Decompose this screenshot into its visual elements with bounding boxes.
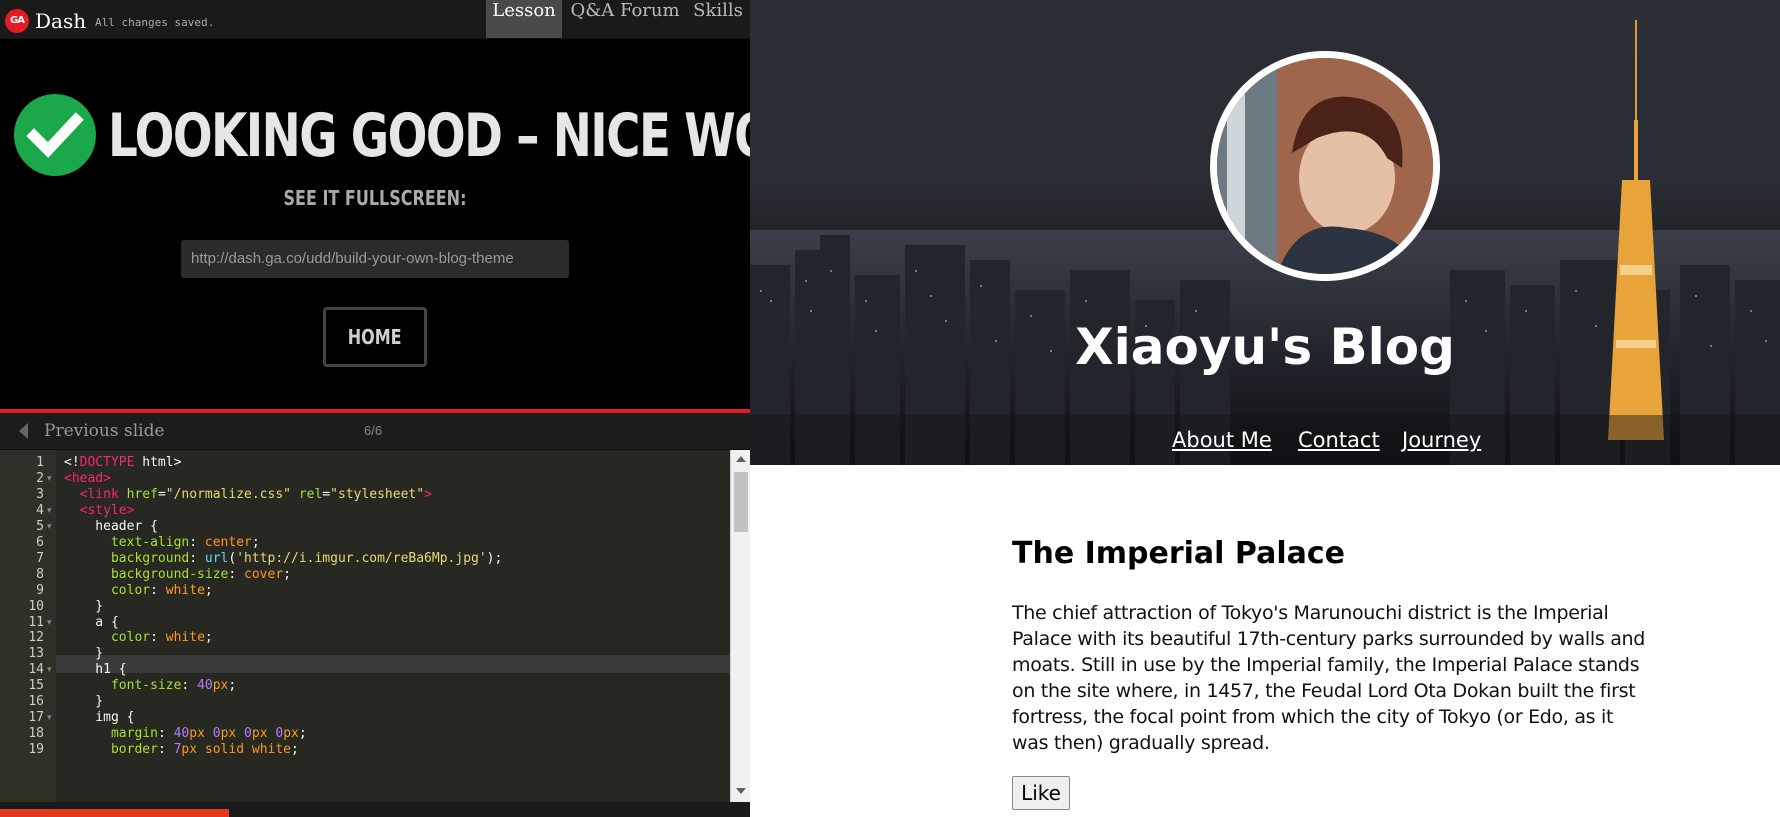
nav-link-about-me[interactable]: About Me (1172, 428, 1272, 452)
line-number: 5 (36, 518, 44, 534)
line-number: 13 (28, 646, 44, 662)
code-line[interactable]: <!DOCTYPE html> (64, 455, 181, 470)
line-number: 19 (28, 742, 44, 758)
line-number: 8 (36, 566, 44, 582)
slide-counter: 6/6 (364, 423, 383, 438)
code-line[interactable]: } (64, 646, 103, 661)
fullscreen-heading: SEE IT FULLSCREEN: (283, 186, 467, 210)
editor-scrollbar[interactable] (730, 450, 750, 802)
line-number: 18 (28, 726, 44, 742)
tab-qa-forum[interactable]: Q&A Forum (566, 0, 684, 38)
code-line[interactable]: font-size: 40px; (64, 678, 236, 693)
code-line[interactable]: color: white; (64, 583, 213, 598)
fold-toggle-icon[interactable]: ▾ (47, 713, 52, 723)
success-headline: LOOKING GOOD – NICE WORK! (108, 101, 863, 171)
code-line[interactable]: background: url('http://i.imgur.com/reBa… (64, 551, 502, 566)
code-line[interactable]: a { (64, 615, 119, 630)
dash-lesson-pane: GA Dash All changes saved. Lesson Q&A Fo… (0, 0, 863, 817)
fullscreen-url-field[interactable]: http://dash.ga.co/udd/build-your-own-blo… (181, 240, 569, 278)
app-name[interactable]: Dash (35, 9, 86, 33)
ga-logo[interactable]: GA (5, 9, 29, 33)
like-button[interactable]: Like (1012, 776, 1070, 810)
fold-toggle-icon[interactable]: ▾ (47, 506, 52, 516)
line-number: 6 (36, 534, 44, 550)
line-number: 4 (36, 502, 44, 518)
post-title: The Imperial Palace (1012, 536, 1345, 571)
save-status: All changes saved. (95, 16, 215, 29)
code-line[interactable]: <link href="/normalize.css" rel="stylesh… (64, 487, 432, 502)
code-line[interactable]: } (64, 694, 103, 709)
line-number: 1 (36, 455, 44, 470)
scroll-down-icon[interactable] (736, 788, 746, 794)
line-number: 10 (28, 598, 44, 614)
avatar (1210, 51, 1440, 281)
fold-toggle-icon[interactable]: ▾ (47, 474, 52, 484)
code-line[interactable]: border: 7px solid white; (64, 742, 299, 757)
code-line[interactable]: } (64, 599, 103, 614)
bottom-bar (0, 802, 750, 817)
post-body: The chief attraction of Tokyo's Marunouc… (1012, 602, 1646, 754)
blog-header: Xiaoyu's Blog About Me Contact Journey (750, 0, 1780, 465)
line-number: 15 (28, 678, 44, 694)
line-gutter: 1 2 ▾ 3 4 ▾ 5 ▾ 6 7 8 9 10 11 ▾ 12 13 14 ▾ 15 16 17 ▾ 18 19 (0, 450, 56, 802)
checkmark-icon (14, 94, 96, 176)
code-line[interactable]: margin: 40px 0px 0px 0px; (64, 726, 307, 741)
code-line[interactable]: <head> (64, 471, 111, 486)
nav-link-contact[interactable]: Contact (1298, 428, 1380, 452)
lesson-progress-bar (0, 809, 229, 817)
fold-toggle-icon[interactable]: ▾ (47, 618, 52, 628)
slide-navigation: Previous slide 6/6 (0, 413, 750, 449)
home-button[interactable]: HOME (323, 307, 427, 367)
blog-preview: Xiaoyu's Blog About Me Contact Journey T… (750, 0, 1780, 817)
tab-skills[interactable]: Skills (686, 0, 750, 38)
line-number: 14 (28, 662, 44, 678)
blog-title: Xiaoyu's Blog (1075, 318, 1455, 376)
success-panel: LOOKING GOOD – NICE WORK! SEE IT FULLSCR… (0, 39, 863, 409)
code-line[interactable]: img { (64, 710, 134, 725)
line-number: 16 (28, 694, 44, 710)
home-button-label: HOME (348, 325, 402, 349)
previous-slide-link[interactable]: Previous slide (44, 421, 165, 441)
line-number: 2 (36, 470, 44, 486)
tab-lesson[interactable]: Lesson (486, 0, 562, 38)
code-editor[interactable]: 1 2 ▾ 3 4 ▾ 5 ▾ 6 7 8 9 10 11 ▾ 12 13 14 ▾ 15 16 17 ▾ 18 19 <!DO… (0, 449, 750, 802)
line-number: 7 (36, 550, 44, 566)
line-number: 11 (28, 614, 44, 630)
code-line[interactable]: color: white; (64, 630, 213, 645)
line-number: 9 (36, 582, 44, 598)
code-line[interactable]: background-size: cover; (64, 567, 291, 582)
scroll-up-icon[interactable] (736, 456, 746, 462)
nav-link-journey[interactable]: Journey (1402, 428, 1481, 452)
code-line[interactable]: header { (64, 519, 158, 534)
line-number: 17 (28, 710, 44, 726)
top-bar: GA Dash All changes saved. Lesson Q&A Fo… (0, 0, 750, 39)
chevron-left-icon[interactable] (19, 423, 28, 439)
code-line[interactable]: text-align: center; (64, 535, 260, 550)
code-line[interactable]: h1 { (64, 662, 126, 677)
code-line[interactable]: <style> (64, 503, 135, 518)
fold-toggle-icon[interactable]: ▾ (47, 522, 52, 532)
fold-toggle-icon[interactable]: ▾ (47, 665, 52, 675)
line-number: 12 (28, 630, 44, 646)
line-number: 3 (36, 486, 44, 502)
scrollbar-thumb[interactable] (734, 472, 748, 532)
